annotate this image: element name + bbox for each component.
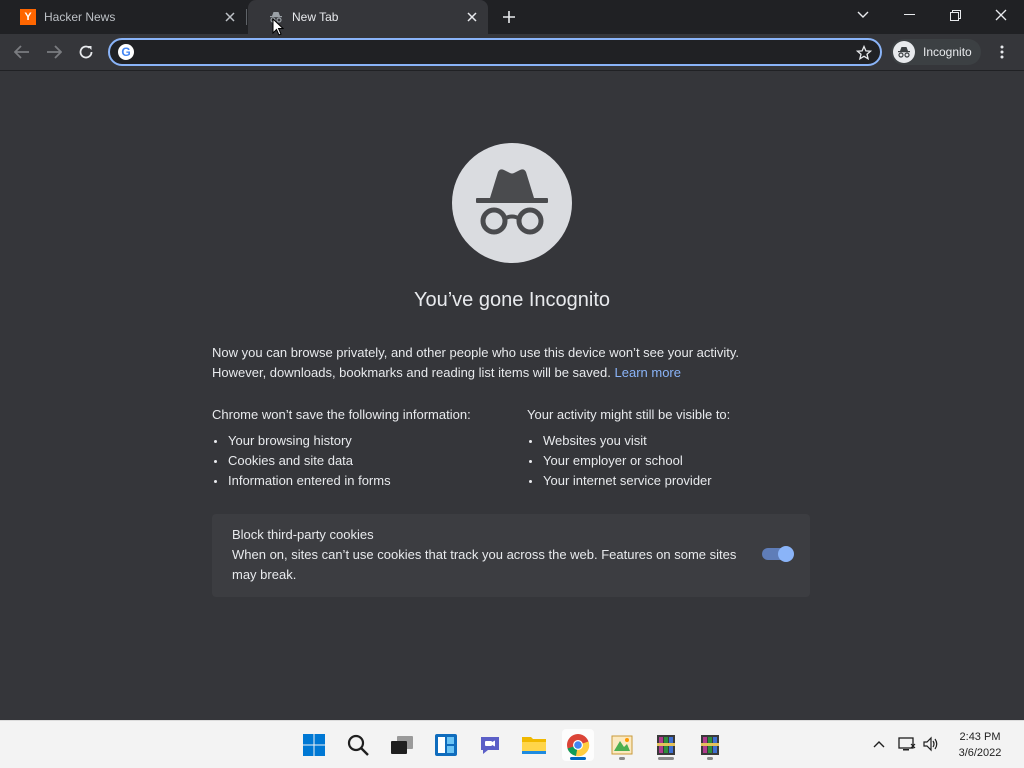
taskbar: 2:43 PM 3/6/2022	[0, 720, 1024, 768]
profile-label: Incognito	[923, 45, 972, 59]
list-item: Your internet service provider	[527, 471, 827, 491]
tab-divider	[246, 9, 247, 25]
paint-icon[interactable]	[606, 729, 638, 761]
mouse-cursor-icon	[272, 17, 285, 41]
google-icon: G	[118, 44, 134, 60]
close-window-button[interactable]	[978, 0, 1024, 30]
page-title: You’ve gone Incognito	[413, 289, 611, 311]
intro-line-2-text: However, downloads, bookmarks and readin…	[212, 365, 611, 380]
clock-time: 2:43 PM	[959, 731, 1001, 743]
back-button[interactable]	[8, 38, 36, 66]
taskbar-clock[interactable]: 2:43 PM 3/6/2022	[944, 729, 1016, 761]
toggle-knob	[778, 546, 794, 562]
list-item: Your employer or school	[527, 451, 827, 471]
cookie-controls-card: Block third-party cookies When on, sites…	[212, 514, 810, 597]
clock-date: 3/6/2022	[958, 747, 1002, 759]
tab-title: Hacker News	[44, 10, 116, 24]
hacker-news-icon: Y	[20, 9, 36, 25]
tab-hacker-news[interactable]: Y Hacker News	[0, 0, 246, 34]
forward-button[interactable]	[40, 38, 68, 66]
cookie-title: Block third-party cookies	[232, 527, 374, 542]
list-item: Your browsing history	[212, 431, 512, 451]
new-tab-button[interactable]	[498, 6, 520, 28]
running-indicator	[658, 757, 674, 760]
chat-icon[interactable]	[474, 729, 506, 761]
incognito-profile-button[interactable]: Incognito	[891, 39, 981, 65]
file-explorer-icon[interactable]	[518, 729, 550, 761]
block-cookies-toggle[interactable]	[762, 546, 794, 562]
start-icon[interactable]	[298, 729, 330, 761]
address-bar[interactable]: G	[108, 38, 882, 66]
winrar-icon[interactable]	[694, 729, 726, 761]
winrar-icon[interactable]	[650, 729, 682, 761]
active-indicator	[570, 757, 586, 760]
intro-line-2: However, downloads, bookmarks and readin…	[212, 363, 812, 383]
still-visible-section: Your activity might still be visible to:…	[527, 407, 827, 491]
address-input[interactable]	[142, 42, 842, 62]
not-saved-heading: Chrome won’t save the following informat…	[212, 407, 471, 422]
bookmark-star-icon[interactable]	[854, 43, 874, 63]
list-item: Websites you visit	[527, 431, 827, 451]
task-view-icon[interactable]	[386, 729, 418, 761]
close-tab-icon[interactable]	[220, 7, 240, 27]
widgets-icon[interactable]	[430, 729, 462, 761]
tab-strip: Y Hacker News New Tab	[0, 0, 1024, 34]
tab-new-tab[interactable]: New Tab	[248, 0, 488, 34]
intro-line-1: Now you can browse privately, and other …	[212, 345, 740, 360]
incognito-icon	[893, 41, 915, 63]
close-tab-icon[interactable]	[462, 7, 482, 27]
chrome-menu-icon[interactable]	[992, 40, 1012, 64]
running-indicator	[619, 757, 625, 760]
running-indicator	[707, 757, 713, 760]
list-item: Information entered in forms	[212, 471, 512, 491]
still-visible-heading: Your activity might still be visible to:	[527, 407, 731, 422]
still-visible-list: Websites you visit Your employer or scho…	[527, 431, 827, 491]
reload-button[interactable]	[72, 38, 100, 66]
incognito-logo-icon	[452, 143, 572, 263]
search-icon[interactable]	[342, 729, 374, 761]
intro-text: Now you can browse privately, and other …	[212, 343, 812, 383]
chrome-icon[interactable]	[562, 729, 594, 761]
list-item: Cookies and site data	[212, 451, 512, 471]
restore-button[interactable]	[932, 0, 978, 30]
not-saved-section: Chrome won’t save the following informat…	[212, 407, 512, 491]
cookie-description: When on, sites can’t use cookies that tr…	[232, 547, 737, 582]
learn-more-link[interactable]: Learn more	[615, 365, 681, 380]
incognito-new-tab-page: You’ve gone Incognito Now you can browse…	[0, 71, 1024, 720]
toolbar: G Incognito	[0, 34, 1024, 71]
tab-search-button[interactable]	[840, 0, 886, 30]
network-icon[interactable]	[896, 733, 918, 755]
volume-icon[interactable]	[920, 733, 942, 755]
tab-title: New Tab	[292, 10, 339, 24]
minimize-button[interactable]	[886, 0, 932, 30]
show-hidden-icons-chevron-icon[interactable]	[868, 733, 890, 755]
not-saved-list: Your browsing history Cookies and site d…	[212, 431, 512, 491]
